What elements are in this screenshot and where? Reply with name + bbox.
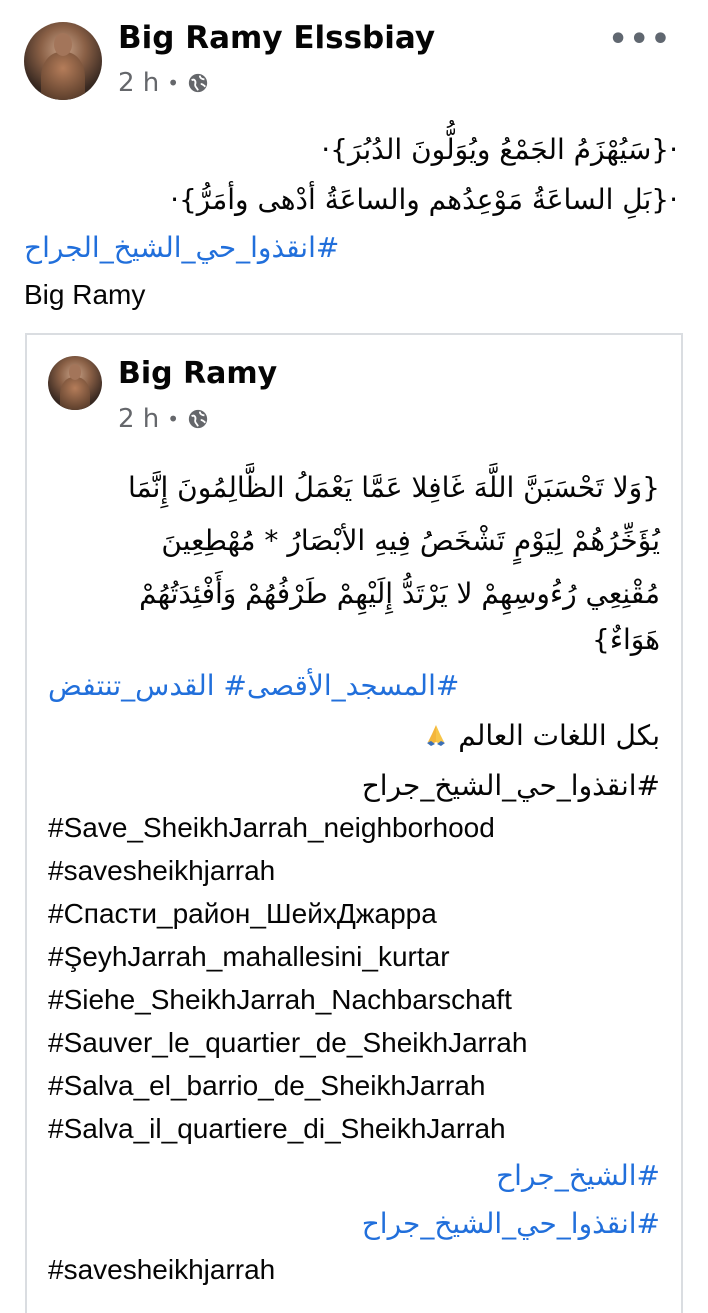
post-time[interactable]: 2 h bbox=[118, 68, 159, 98]
meta-separator: • bbox=[167, 71, 180, 95]
hashtag-link[interactable]: #Спасти_район_ШейхДжарра bbox=[48, 894, 437, 934]
hashtag-link[interactable]: #Save_SheikhJarrah_neighborhood bbox=[48, 808, 495, 848]
hashtag-pair-link[interactable]: #المسجد_الأقصى# القدس_تنتفض bbox=[48, 666, 459, 706]
globe-icon[interactable] bbox=[187, 72, 209, 94]
folded-hands-icon bbox=[427, 725, 446, 746]
hashtag-link[interactable]: #ŞeyhJarrah_mahallesini_kurtar bbox=[48, 937, 450, 977]
meta-separator: • bbox=[167, 407, 180, 431]
plain-hashtag-ar: #انقذوا_حي_الشيخ_جراح bbox=[361, 769, 660, 802]
hashtag-link[interactable]: #Salva_el_barrio_de_SheikhJarrah bbox=[48, 1066, 485, 1106]
verse-line: هَوَاءٌ} bbox=[592, 623, 660, 656]
post-meta: 2 h • bbox=[118, 68, 209, 98]
shared-post-time[interactable]: 2 h bbox=[118, 404, 159, 434]
verse-line: مُقْنِعِي رُءُوسِهِمْ لا يَرْتَدُّ إِلَي… bbox=[139, 577, 660, 610]
languages-line: بكل اللغات العالم bbox=[419, 716, 660, 756]
author-avatar[interactable] bbox=[24, 22, 102, 100]
post-text-line: ·{سَيُهْزَمُ الجَمْعُ ويُوَلُّونَ الدُبُ… bbox=[321, 133, 678, 166]
verse-line: {وَلا تَحْسَبَنَّ اللَّهَ غَافِلا عَمَّا… bbox=[127, 471, 660, 504]
shared-post-meta: 2 h • bbox=[118, 404, 209, 434]
hashtag-link[interactable]: #Sauver_le_quartier_de_SheikhJarrah bbox=[48, 1023, 527, 1063]
post-hashtag-link[interactable]: #انقذوا_حي_الشيخ_الجراح bbox=[24, 228, 339, 268]
languages-text: بكل اللغات العالم bbox=[458, 719, 660, 752]
author-name[interactable]: Big Ramy Elssbiay bbox=[118, 20, 435, 56]
hashtag-link[interactable]: #savesheikhjarrah bbox=[48, 1250, 275, 1290]
more-options-button[interactable]: ••• bbox=[608, 22, 672, 57]
globe-icon[interactable] bbox=[187, 408, 209, 430]
hashtag-plain: #savesheikhjarrah bbox=[48, 855, 276, 886]
verse-line: يُؤَخِّرُهُمْ لِيَوْمٍ تَشْخَصُ فِيهِ ال… bbox=[161, 524, 660, 557]
shared-author-avatar[interactable] bbox=[48, 356, 102, 410]
hashtag-link[interactable]: #Siehe_SheikhJarrah_Nachbarschaft bbox=[48, 980, 512, 1020]
post-text-line: ·{بَلِ الساعَةُ مَوْعِدُهم والساعَةُ أدْ… bbox=[170, 183, 678, 216]
mention-link[interactable]: Big Ramy bbox=[24, 275, 145, 315]
hashtag-link-ar[interactable]: #الشيخ_جراح bbox=[496, 1156, 660, 1196]
facebook-post: Big Ramy Elssbiay 2 h • ••• ·{سَيُهْزَمُ… bbox=[0, 0, 708, 1313]
hashtag-link[interactable]: #Salva_il_quartiere_di_SheikhJarrah bbox=[48, 1109, 506, 1149]
shared-author-name[interactable]: Big Ramy bbox=[118, 356, 277, 391]
hashtag-link-ar[interactable]: #انقذوا_حي_الشيخ_جراح bbox=[362, 1204, 660, 1244]
